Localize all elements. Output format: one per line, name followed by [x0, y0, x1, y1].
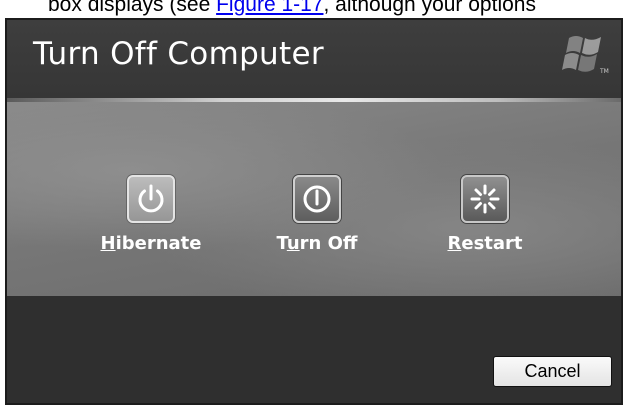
options-panel: Hibernate Turn Off Restart — [7, 102, 621, 296]
turn-off-label-pre: T — [276, 233, 287, 254]
turn-off-button[interactable] — [293, 175, 341, 223]
dialog-header: Turn Off Computer TM — [7, 20, 621, 99]
document-text-line: box displays (see Figure 1-17, although … — [0, 0, 627, 16]
turn-off-label: Turn Off — [237, 233, 397, 254]
hibernate-label-rest: ibernate — [115, 233, 202, 254]
restart-label: Restart — [405, 233, 565, 254]
restart-option[interactable]: Restart — [405, 175, 565, 285]
cancel-button[interactable]: Cancel — [493, 356, 612, 387]
figure-link[interactable]: Figure 1-17 — [216, 0, 323, 16]
turn-off-computer-dialog: Turn Off Computer TM Hibernate Turn Off … — [5, 18, 623, 405]
restart-icon — [470, 184, 500, 214]
hibernate-label: Hibernate — [71, 233, 231, 254]
restart-label-rest: estart — [461, 233, 523, 254]
turn-off-access-key: u — [286, 233, 300, 254]
hibernate-option[interactable]: Hibernate — [71, 175, 231, 285]
power-icon — [138, 184, 164, 213]
hibernate-button[interactable] — [127, 175, 175, 223]
dialog-footer: Cancel — [7, 296, 621, 403]
document-text-after: , although your options — [323, 0, 536, 16]
restart-access-key: R — [447, 233, 462, 254]
turn-off-label-rest: rn Off — [299, 233, 358, 254]
power-off-icon — [303, 185, 331, 213]
document-text-before: box displays (see — [48, 0, 217, 16]
windows-logo-icon: TM — [562, 36, 609, 75]
turn-off-option[interactable]: Turn Off — [237, 175, 397, 285]
dialog-title: Turn Off Computer — [33, 36, 324, 72]
hibernate-access-key: H — [100, 233, 116, 254]
restart-button[interactable] — [461, 175, 509, 223]
svg-text:TM: TM — [599, 68, 609, 75]
